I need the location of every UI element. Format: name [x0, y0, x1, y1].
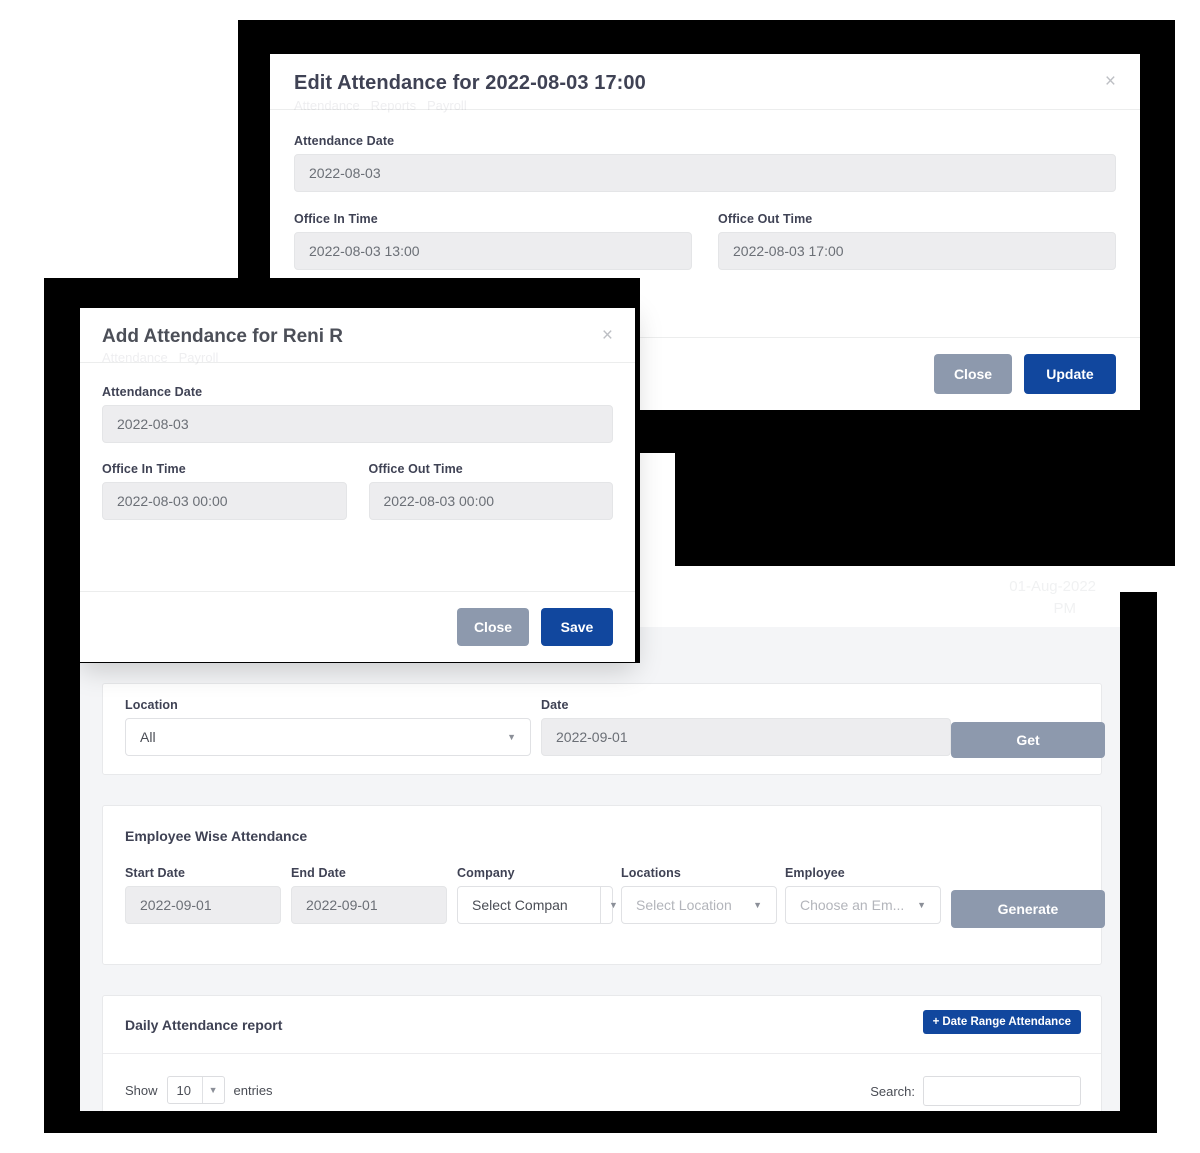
edit-attendance-date-input[interactable]: 2022-08-03 — [294, 154, 1116, 192]
edit-office-in-value: 2022-08-03 13:00 — [309, 243, 420, 259]
company-value: Select Compan — [472, 897, 568, 913]
add-attendance-date-label: Attendance Date — [102, 385, 203, 399]
location-label: Location — [125, 698, 178, 712]
add-attendance-modal: Add Attendance for Reni R × Attendance P… — [80, 308, 635, 662]
end-date-label: End Date — [291, 866, 346, 880]
chevron-down-icon: ▼ — [507, 731, 516, 742]
add-office-in-value: 2022-08-03 00:00 — [117, 493, 228, 509]
add-attendance-date-input[interactable]: 2022-08-03 — [102, 405, 613, 443]
location-select[interactable]: All ▼ — [125, 718, 531, 756]
screenshot-stage: Attendance 01-Aug-2022 PM Location All ▼… — [0, 0, 1200, 1153]
date-value: 2022-09-01 — [556, 729, 628, 745]
add-office-out-input[interactable]: 2022-08-03 00:00 — [368, 482, 613, 520]
daily-report-heading: Daily Attendance report — [125, 1017, 283, 1033]
add-office-in-input[interactable]: 2022-08-03 00:00 — [102, 482, 347, 520]
daily-attendance-report-card: Daily Attendance report + Date Range Att… — [102, 995, 1102, 1111]
attendance-page: Location All ▼ Date 2022-09-01 Get Emplo… — [80, 627, 1120, 1111]
chevron-down-icon: ▼ — [753, 899, 762, 910]
employee-wise-attendance-card: Employee Wise Attendance Start Date 2022… — [102, 805, 1105, 965]
company-select[interactable]: Select Compan ▼ — [457, 886, 618, 924]
add-modal-header: Add Attendance for Reni R × Attendance P… — [80, 308, 635, 365]
employee-value: Choose an Em... — [800, 897, 905, 913]
add-office-out-label: Office Out Time — [368, 462, 463, 476]
date-label: Date — [541, 698, 569, 712]
date-range-attendance-label: Date Range Attendance — [942, 1016, 1071, 1028]
locations-select[interactable]: Select Location ▼ — [621, 886, 777, 924]
employee-select[interactable]: Choose an Em... ▼ — [785, 886, 941, 924]
edit-office-in-input[interactable]: 2022-08-03 13:00 — [294, 232, 692, 270]
company-label: Company — [457, 866, 515, 880]
entries-per-page-value: 10 — [176, 1082, 191, 1098]
chevron-down-icon: ▼ — [201, 1077, 224, 1103]
edit-attendance-date-label: Attendance Date — [294, 134, 395, 148]
date-input[interactable]: 2022-09-01 — [541, 718, 951, 756]
start-date-input[interactable]: 2022-09-01 — [125, 886, 281, 924]
edit-office-in-label: Office In Time — [294, 212, 378, 226]
middle-backdrop-band — [675, 453, 1175, 566]
add-modal-title: Add Attendance for Reni R — [102, 326, 344, 347]
search-input[interactable] — [923, 1076, 1081, 1106]
add-office-out-value: 2022-08-03 00:00 — [383, 493, 495, 509]
edit-update-button[interactable]: Update — [1024, 354, 1116, 394]
edit-office-out-value: 2022-08-03 17:00 — [733, 243, 844, 259]
show-label: Show — [125, 1082, 158, 1098]
edit-modal-title: Edit Attendance for 2022-08-03 17:00 — [294, 72, 646, 94]
close-icon[interactable]: × — [602, 326, 613, 345]
generate-button[interactable]: Generate — [951, 890, 1105, 928]
employee-wise-heading: Employee Wise Attendance — [125, 828, 308, 844]
location-value: All — [140, 729, 156, 745]
add-modal-footer: Close Save — [80, 591, 635, 662]
locations-value: Select Location — [636, 897, 732, 913]
chevron-down-icon: ▼ — [917, 899, 926, 910]
start-date-value: 2022-09-01 — [140, 897, 212, 913]
edit-attendance-date-value: 2022-08-03 — [309, 165, 381, 181]
add-save-button[interactable]: Save — [541, 608, 613, 646]
end-date-value: 2022-09-01 — [306, 897, 378, 913]
date-range-attendance-button[interactable]: + Date Range Attendance — [922, 1010, 1081, 1034]
add-close-button[interactable]: Close — [457, 608, 529, 646]
close-icon[interactable]: × — [1105, 72, 1116, 91]
edit-modal-header: Edit Attendance for 2022-08-03 17:00 × A… — [270, 54, 1140, 113]
add-attendance-date-value: 2022-08-03 — [117, 416, 189, 432]
edit-close-button[interactable]: Close — [934, 354, 1012, 394]
add-office-in-label: Office In Time — [102, 462, 186, 476]
plus-icon: + — [932, 1016, 940, 1028]
get-button[interactable]: Get — [951, 722, 1105, 758]
location-date-filter-card: Location All ▼ Date 2022-09-01 Get — [102, 683, 1105, 775]
search-label: Search: — [870, 1083, 915, 1099]
end-date-input[interactable]: 2022-09-01 — [291, 886, 447, 924]
entries-label: entries — [233, 1082, 273, 1098]
start-date-label: Start Date — [125, 866, 186, 880]
edit-office-out-input[interactable]: 2022-08-03 17:00 — [718, 232, 1116, 270]
entries-per-page-select[interactable]: 10 ▼ — [166, 1076, 225, 1104]
locations-label: Locations — [621, 866, 681, 880]
edit-office-out-label: Office Out Time — [718, 212, 813, 226]
employee-label: Employee — [785, 866, 845, 880]
